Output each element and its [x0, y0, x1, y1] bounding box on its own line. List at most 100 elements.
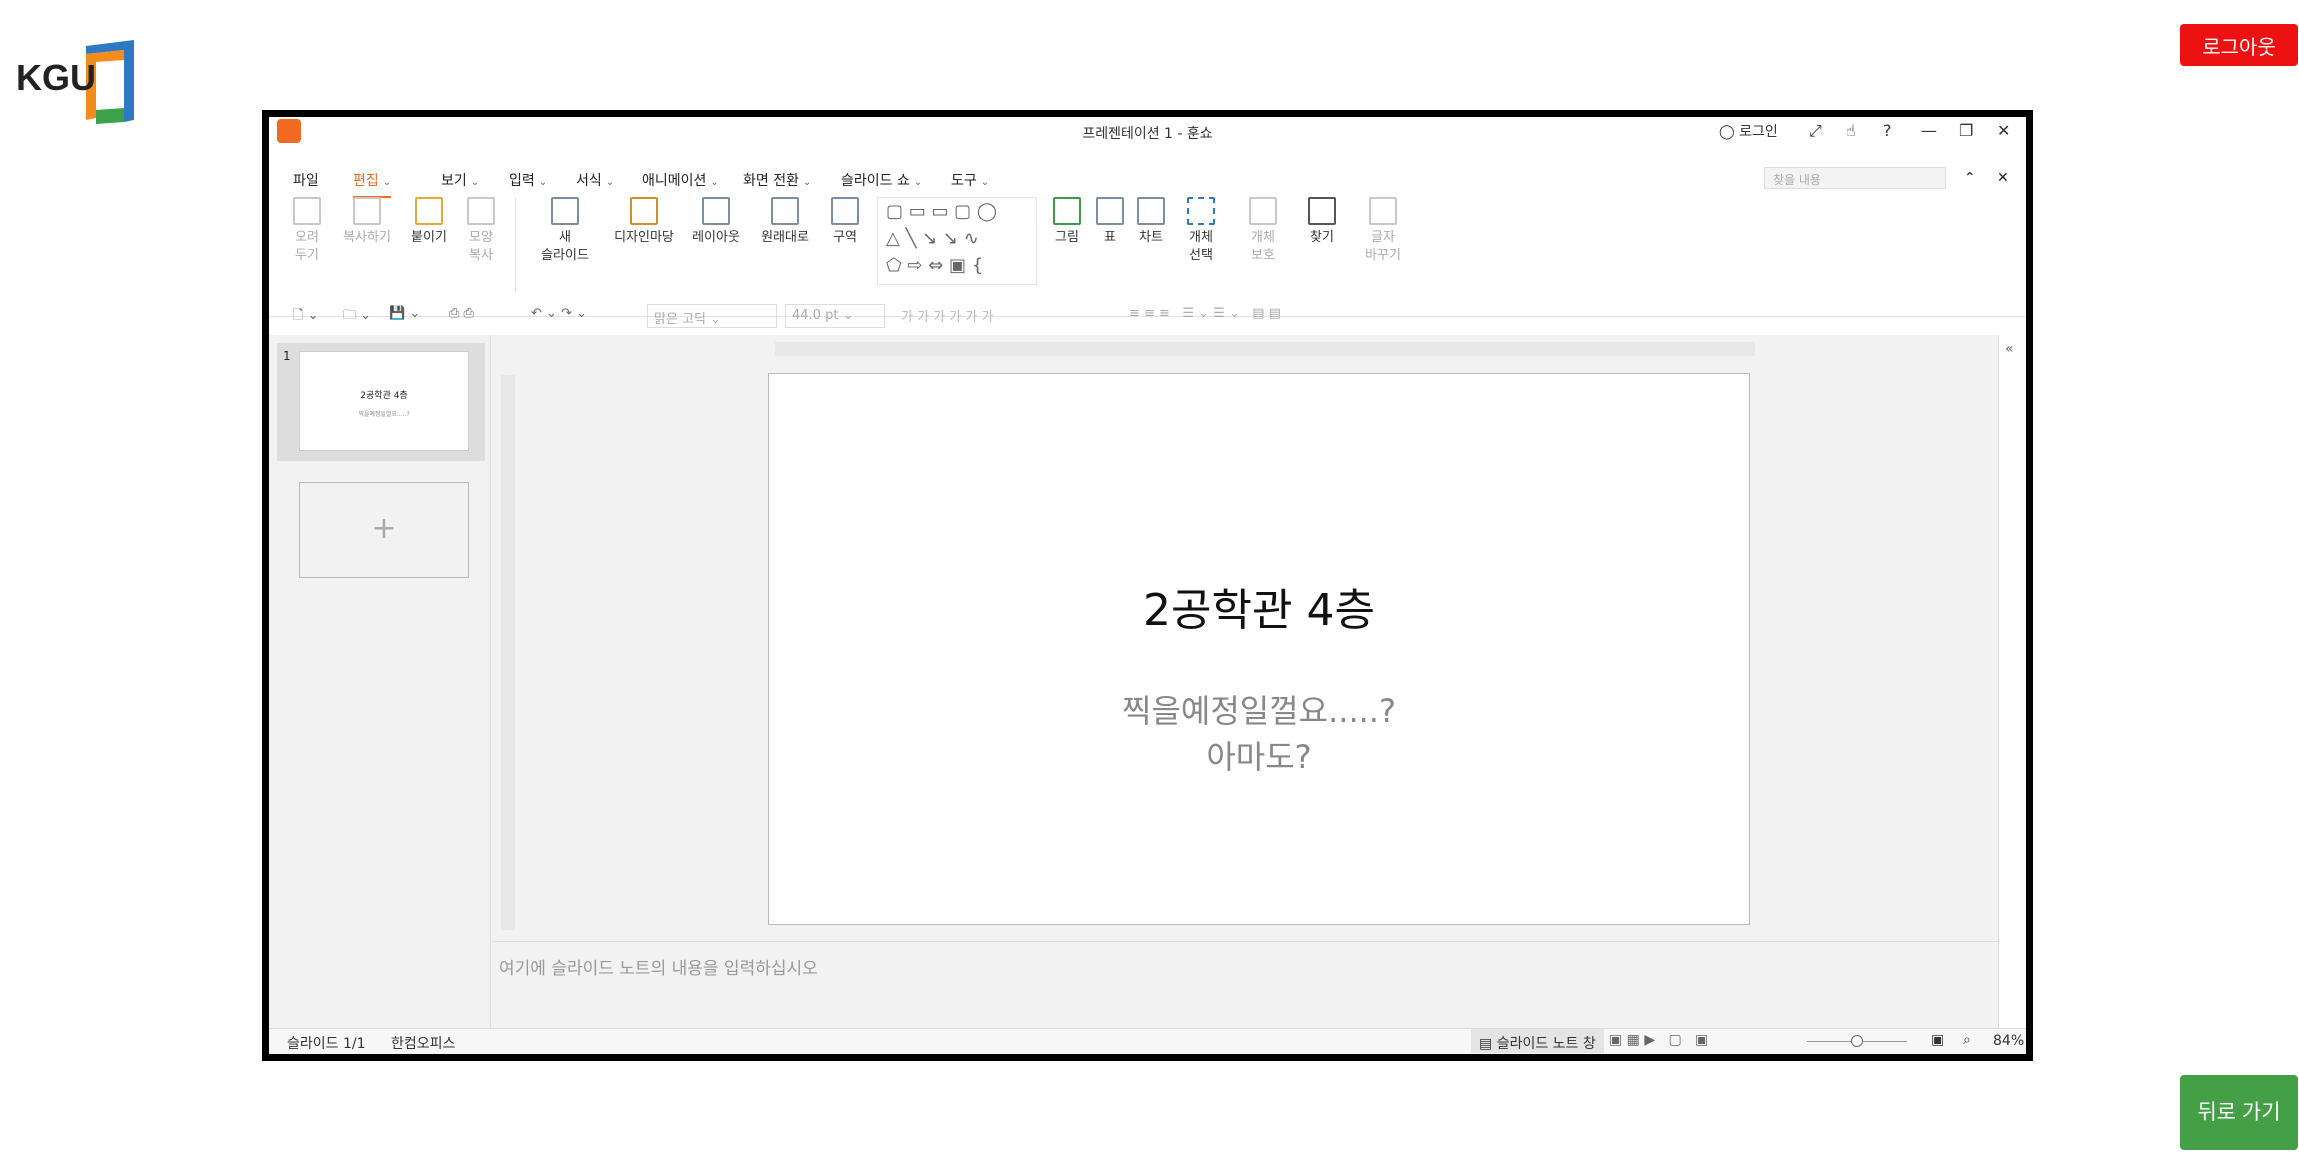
layout-icon	[702, 197, 730, 225]
expand-panel-icon[interactable]: «	[2005, 341, 2026, 357]
formatting-toolbar: 🗋 ⌄ 🗀 ⌄ 💾 ⌄ ⎙ ⎙ ↶ ⌄ ↷ ⌄ 맑은 고딕 ⌄ 44.0 pt …	[269, 301, 2026, 333]
hand-icon[interactable]: ☝	[1846, 121, 1856, 140]
new-doc-icon[interactable]: 🗋 ⌄	[293, 306, 318, 328]
side-panel-toggle[interactable]: «	[1998, 335, 2026, 1028]
find-button[interactable]: 찾기	[1305, 197, 1339, 247]
back-button[interactable]: 뒤로 가기	[2180, 1075, 2298, 1150]
paste-button[interactable]: 붙이기	[407, 197, 451, 247]
section-icon	[831, 197, 859, 225]
menu-edit[interactable]: 편집 ⌄	[353, 170, 392, 198]
print-icon[interactable]: ⎙ ⎙	[449, 306, 474, 321]
collapse-ribbon-icon[interactable]: ⌃	[1964, 170, 1976, 186]
menu-file[interactable]: 파일	[293, 170, 319, 190]
login-label: 로그인	[1739, 124, 1778, 140]
scissors-icon	[293, 197, 321, 225]
replace-icon	[1369, 197, 1397, 225]
kgu-logo: KGU	[16, 40, 141, 126]
menu-view[interactable]: 보기 ⌄	[441, 170, 479, 190]
title-bar: 프레젠테이션 1 - 훈쇼 ◯ 로그인 ⤢ ☝ ? — ❐ ✕	[269, 117, 2026, 145]
chart-button[interactable]: 차트	[1131, 197, 1171, 247]
menu-transition[interactable]: 화면 전환 ⌄	[743, 170, 811, 190]
login-link[interactable]: ◯ 로그인	[1719, 121, 1778, 141]
hancom-show-window: 프레젠테이션 1 - 훈쇼 ◯ 로그인 ⤢ ☝ ? — ❐ ✕ 파일 편집 ⌄ 보…	[262, 110, 2033, 1061]
format-painter-button[interactable]: 모양 복사	[459, 197, 503, 265]
slide[interactable]: 2공학관 4층 찍을예정일껄요.....? 아마도?	[768, 373, 1750, 925]
restore-icon[interactable]: ❐	[1959, 121, 1973, 140]
layout-button[interactable]: 레이아웃	[687, 197, 745, 247]
slide-counter: 슬라이드 1/1	[287, 1036, 366, 1052]
slide-subtitle[interactable]: 찍을예정일껄요.....? 아마도?	[769, 688, 1749, 780]
vertical-ruler	[501, 375, 515, 930]
menu-animation[interactable]: 애니메이션 ⌄	[642, 170, 719, 190]
add-slide-button[interactable]: +	[299, 482, 469, 578]
zoom-level: 84%	[1993, 1033, 2025, 1049]
text-style-buttons[interactable]: 가 가 가 가 가 가	[901, 306, 993, 325]
table-icon	[1096, 197, 1124, 225]
select-object-icon	[1187, 197, 1215, 225]
select-object-button[interactable]: 개체 선택	[1181, 197, 1221, 265]
menu-slideshow[interactable]: 슬라이드 쇼 ⌄	[841, 170, 922, 190]
subtitle-line-2: 아마도?	[1206, 738, 1312, 776]
save-icon[interactable]: 💾 ⌄	[389, 306, 420, 321]
undo-icon[interactable]: ↶ ⌄ ↷ ⌄	[531, 306, 587, 321]
slide-title[interactable]: 2공학관 4층	[769, 574, 1749, 638]
picture-button[interactable]: 그림	[1047, 197, 1087, 247]
thumb-title: 2공학관 4층	[360, 391, 408, 401]
protect-object-icon	[1249, 197, 1277, 225]
logo-text: KGU	[16, 57, 96, 98]
new-slide-icon	[551, 197, 579, 225]
fit-page-icon[interactable]: ▣	[1931, 1032, 1944, 1048]
slide-thumbnail-pane: 1 2공학관 4층 찍을예정일껄요.....? +	[269, 335, 491, 1028]
subtitle-line-1: 찍을예정일껄요.....?	[1122, 692, 1396, 730]
ribbon: 오려 두기 복사하기 붙이기 모양 복사 새 슬라이드 디자인마당 레이아웃 원…	[269, 197, 2026, 317]
minimize-icon[interactable]: —	[1921, 121, 1937, 140]
help-icon[interactable]: ?	[1883, 121, 1892, 140]
chart-icon	[1137, 197, 1165, 225]
paste-icon	[415, 197, 443, 225]
fullscreen-icon[interactable]: ⤢	[1809, 121, 1822, 141]
divider	[515, 197, 516, 292]
notes-placeholder: 여기에 슬라이드 노트의 내용을 입력하십시오	[499, 959, 818, 979]
open-folder-icon[interactable]: 🗀 ⌄	[343, 306, 371, 328]
menu-bar: 파일 편집 ⌄ 보기 ⌄ 입력 ⌄ 서식 ⌄ 애니메이션 ⌄ 화면 전환 ⌄ 슬라이드 쇼 ⌄…	[269, 163, 2026, 198]
notes-pane[interactable]: 여기에 슬라이드 노트의 내용을 입력하십시오	[493, 941, 1998, 1015]
find-icon	[1308, 197, 1336, 225]
slide-thumbnail[interactable]: 2공학관 4층 찍을예정일껄요.....?	[299, 351, 469, 451]
picture-icon	[1053, 197, 1081, 225]
replace-button[interactable]: 글자 바꾸기	[1359, 197, 1407, 265]
copy-button[interactable]: 복사하기	[337, 197, 397, 247]
view-mode-buttons[interactable]: ▣ ▦ ▶ ▢ ▣	[1609, 1032, 1708, 1048]
slide-canvas-area: 2공학관 4층 찍을예정일껄요.....? 아마도?	[493, 335, 1998, 933]
zoom-slider-thumb[interactable]	[1851, 1035, 1863, 1047]
reset-icon	[771, 197, 799, 225]
app-name: 한컴오피스	[391, 1036, 456, 1052]
thumb-number: 1	[283, 349, 291, 363]
table-button[interactable]: 표	[1095, 197, 1125, 247]
new-slide-button[interactable]: 새 슬라이드	[531, 197, 599, 265]
horizontal-ruler	[775, 342, 1755, 356]
reset-button[interactable]: 원래대로	[753, 197, 817, 247]
menu-tools[interactable]: 도구 ⌄	[951, 170, 989, 190]
thumb-subtitle: 찍을예정일껄요.....?	[358, 411, 410, 418]
font-size-select[interactable]: 44.0 pt ⌄	[785, 304, 885, 328]
shapes-gallery[interactable]: ▢ ▭ ▭ ▢ ◯ △ ╲ ↘ ↘ ∿ ⬠ ⇨ ⇔ ▣ {	[877, 197, 1037, 285]
align-buttons[interactable]: ≡ ≡ ≡ ☰ ⌄ ☰ ⌄ ▤ ▤	[1129, 306, 1281, 321]
cut-button[interactable]: 오려 두기	[287, 197, 327, 265]
status-bar: 슬라이드 1/1 한컴오피스 ▤ 슬라이드 노트 창 ▣ ▦ ▶ ▢ ▣ ▣ ⌕…	[269, 1028, 2026, 1054]
close-doc-icon[interactable]: ✕	[1997, 170, 2009, 186]
close-icon[interactable]: ✕	[1997, 121, 2010, 140]
format-painter-icon	[467, 197, 495, 225]
section-button[interactable]: 구역	[825, 197, 865, 247]
design-button[interactable]: 디자인마당	[609, 197, 679, 247]
workspace: 1 2공학관 4층 찍을예정일껄요.....? + 2공학관 4층 찍을예정일껄…	[269, 335, 2026, 1028]
copy-icon	[353, 197, 381, 225]
menu-format[interactable]: 서식 ⌄	[576, 170, 614, 190]
search-input[interactable]: 찾을 내용	[1764, 167, 1946, 189]
design-icon	[630, 197, 658, 225]
zoom-icon[interactable]: ⌕	[1963, 1032, 1971, 1048]
menu-insert[interactable]: 입력 ⌄	[509, 170, 547, 190]
notes-pane-toggle[interactable]: ▤ 슬라이드 노트 창	[1471, 1029, 1604, 1053]
font-select[interactable]: 맑은 고딕 ⌄	[647, 304, 777, 328]
logout-button[interactable]: 로그아웃	[2180, 24, 2298, 66]
protect-object-button[interactable]: 개체 보호	[1243, 197, 1283, 265]
